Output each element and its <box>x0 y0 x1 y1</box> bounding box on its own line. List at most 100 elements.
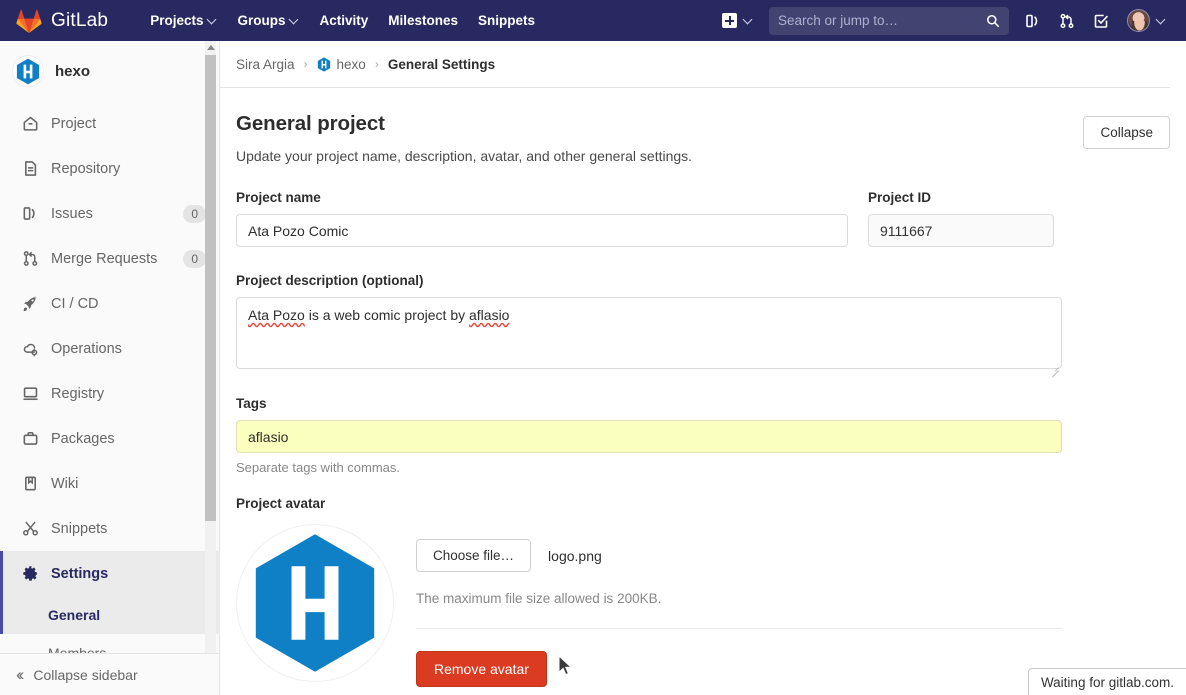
scrollbar-thumb[interactable] <box>205 55 216 521</box>
plus-square-icon <box>722 13 737 28</box>
tags-label: Tags <box>236 396 267 411</box>
issues-icon <box>1026 14 1038 27</box>
sidebar-scrollbar[interactable] <box>205 41 216 653</box>
gitlab-logo-icon <box>16 9 42 33</box>
nav-right-actions <box>714 3 1174 38</box>
nav-link-projects[interactable]: Projects <box>140 2 227 39</box>
sidebar-project-name: hexo <box>55 62 91 80</box>
sidebar-item-wiki-label: Wiki <box>51 475 79 492</box>
sidebar-item-project-label: Project <box>51 115 97 132</box>
project-name-input[interactable] <box>236 214 848 247</box>
breadcrumb-item-current: General Settings <box>387 56 496 72</box>
sidebar-subitem-members[interactable]: Members <box>0 634 220 653</box>
project-description-textarea[interactable] <box>236 297 1062 369</box>
collapse-sidebar-button[interactable]: ‹‹ Collapse sidebar <box>0 653 219 695</box>
new-item-button[interactable] <box>714 7 761 34</box>
project-sidebar: hexo Project Repository Issues 0 Merge R… <box>0 41 220 695</box>
sidebar-item-operations[interactable]: Operations <box>0 326 220 371</box>
issues-icon <box>21 205 39 223</box>
issues-count-badge: 0 <box>183 204 206 223</box>
sidebar-scroll-region: hexo Project Repository Issues 0 Merge R… <box>0 41 220 653</box>
hexo-avatar-icon <box>12 55 44 87</box>
sidebar-subitem-members-label: Members <box>48 645 107 653</box>
tags-help-text: Separate tags with commas. <box>236 460 401 475</box>
nav-link-snippets-label: Snippets <box>478 13 536 28</box>
nav-link-snippets[interactable]: Snippets <box>468 2 545 39</box>
user-menu-button[interactable] <box>1119 3 1174 38</box>
sidebar-project-header[interactable]: hexo <box>0 41 220 101</box>
project-id-input[interactable] <box>868 214 1054 247</box>
sidebar-item-registry[interactable]: Registry <box>0 371 220 416</box>
issues-nav-button[interactable] <box>1017 7 1049 35</box>
project-avatar-field-group: Project avatar Choose file… logo.png The… <box>236 496 1170 687</box>
hexo-logo-icon <box>255 534 375 672</box>
tags-input[interactable] <box>236 420 1062 453</box>
sidebar-item-issues[interactable]: Issues 0 <box>0 191 220 236</box>
scrollbar-up-arrow-icon[interactable] <box>205 41 216 54</box>
project-description-label: Project description (optional) <box>236 273 424 288</box>
package-box-icon <box>21 385 39 403</box>
sidebar-item-registry-label: Registry <box>51 385 105 402</box>
sidebar-item-repository[interactable]: Repository <box>0 146 220 191</box>
page-title: General project <box>236 112 385 135</box>
sidebar-item-wiki[interactable]: Wiki <box>0 461 220 506</box>
collapse-sidebar-label: Collapse sidebar <box>33 666 138 683</box>
gitlab-wordmark: GitLab <box>51 9 109 31</box>
chevron-down-icon <box>744 15 753 24</box>
sidebar-item-project[interactable]: Project <box>0 101 220 146</box>
remove-avatar-button[interactable]: Remove avatar <box>416 651 547 687</box>
nav-link-activity[interactable]: Activity <box>309 2 378 39</box>
section-header: General project Update your project name… <box>236 112 1170 164</box>
sidebar-item-merge-requests[interactable]: Merge Requests 0 <box>0 236 220 281</box>
gitlab-home-link[interactable]: GitLab <box>16 9 108 33</box>
merge-request-icon <box>1060 13 1074 28</box>
choose-file-button[interactable]: Choose file… <box>416 539 532 572</box>
breadcrumb-separator: › <box>303 57 308 71</box>
name-and-id-row: Project name Project ID <box>236 190 1170 247</box>
chevron-down-icon <box>1157 15 1166 24</box>
chevron-down-icon <box>290 15 299 24</box>
sidebar-item-packages[interactable]: Packages <box>0 416 220 461</box>
sidebar-item-repository-label: Repository <box>51 160 121 177</box>
status-text: Waiting for gitlab.com. <box>1040 674 1174 690</box>
breadcrumb-item-group[interactable]: Sira Argia <box>236 57 295 72</box>
nav-link-milestones-label: Milestones <box>388 13 459 28</box>
nav-link-projects-label: Projects <box>150 13 204 28</box>
chevron-down-icon <box>208 15 217 24</box>
sidebar-item-ci-cd-label: CI / CD <box>51 295 99 312</box>
briefcase-icon <box>21 430 39 448</box>
sidebar-item-settings[interactable]: Settings <box>0 551 220 596</box>
sidebar-item-merge-requests-label: Merge Requests <box>51 250 158 267</box>
sidebar-item-ci-cd[interactable]: CI / CD <box>0 281 220 326</box>
sidebar-item-issues-label: Issues <box>51 205 93 222</box>
merge-requests-count-badge: 0 <box>183 249 206 268</box>
sidebar-item-settings-label: Settings <box>51 565 109 582</box>
merge-requests-nav-button[interactable] <box>1051 7 1083 35</box>
nav-link-groups-label: Groups <box>237 13 286 28</box>
home-icon <box>21 115 39 133</box>
sidebar-item-snippets-label: Snippets <box>51 520 108 537</box>
search-input[interactable] <box>778 13 986 28</box>
collapse-section-button[interactable]: Collapse <box>1083 116 1170 149</box>
scissors-icon <box>21 520 39 538</box>
global-search-box[interactable] <box>769 6 1009 35</box>
todos-nav-button[interactable] <box>1085 7 1117 35</box>
merge-request-icon <box>21 250 39 268</box>
search-icon <box>986 14 1000 28</box>
nav-link-milestones[interactable]: Milestones <box>378 2 468 39</box>
project-avatar-label: Project avatar <box>236 496 326 511</box>
top-navigation-bar: GitLab Projects Groups Activity Mileston… <box>0 0 1186 41</box>
hexo-avatar-icon <box>317 57 331 72</box>
breadcrumb: Sira Argia › hexo › General Settings <box>220 41 1170 88</box>
breadcrumb-item-project[interactable]: hexo <box>337 57 366 72</box>
sidebar-item-snippets[interactable]: Snippets <box>0 506 220 551</box>
project-id-label: Project ID <box>868 190 932 205</box>
sidebar-subitem-general[interactable]: General <box>0 596 220 634</box>
project-name-field-group: Project name <box>236 190 848 247</box>
sidebar-item-packages-label: Packages <box>51 430 115 447</box>
sidebar-subitem-general-label: General <box>48 607 101 623</box>
book-icon <box>21 475 39 493</box>
todos-check-icon <box>1094 14 1108 28</box>
nav-link-groups[interactable]: Groups <box>227 2 309 39</box>
main-content: Sira Argia › hexo › General Settings Gen… <box>220 41 1186 695</box>
